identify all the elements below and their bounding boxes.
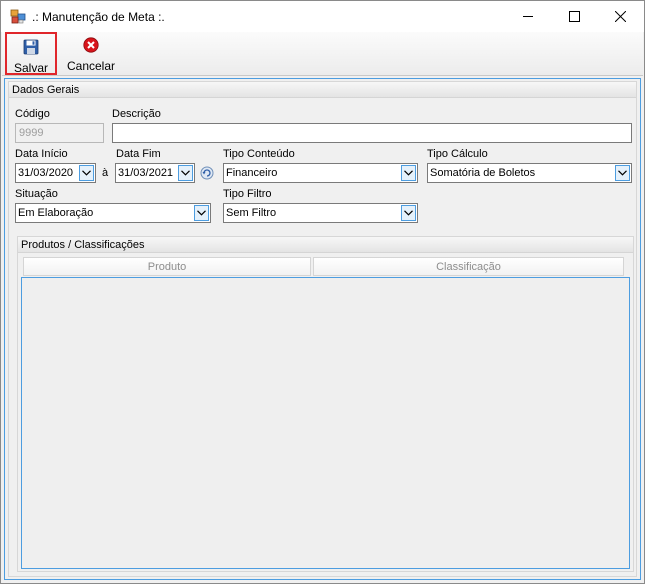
tipo-filtro-select[interactable]: Sem Filtro (223, 203, 418, 223)
chevron-down-icon[interactable] (178, 165, 193, 181)
produtos-group: Produtos / Classificações Produto Classi… (17, 236, 634, 572)
main-window: .: Manutenção de Meta :. Salvar Cancelar… (0, 0, 645, 584)
app-window-icon (10, 9, 26, 25)
refresh-icon[interactable] (199, 165, 215, 184)
window-title: .: Manutenção de Meta :. (32, 10, 165, 24)
tipo-filtro-label: Tipo Filtro (223, 188, 272, 200)
maximize-icon (568, 11, 580, 22)
produtos-grid[interactable] (21, 277, 630, 569)
tipo-conteudo-label: Tipo Conteúdo (223, 148, 295, 160)
dados-gerais-group: Dados Gerais Código 9999 Descrição Data … (8, 81, 637, 577)
chevron-down-icon[interactable] (615, 165, 630, 181)
data-inicio-label: Data Início (15, 148, 68, 160)
cancel-button[interactable]: Cancelar (62, 32, 120, 75)
red-cancel-icon (83, 37, 99, 56)
data-fim-value: 31/03/2021 (118, 167, 174, 179)
data-fim-picker[interactable]: 31/03/2021 (115, 163, 195, 183)
column-header-produto[interactable]: Produto (23, 257, 311, 276)
tipo-filtro-value: Sem Filtro (226, 207, 277, 219)
tipo-calculo-value: Somatória de Boletos (430, 167, 536, 179)
close-button[interactable] (597, 1, 643, 32)
data-inicio-value: 31/03/2020 (18, 167, 74, 179)
chevron-down-icon[interactable] (79, 165, 94, 181)
descricao-label: Descrição (112, 108, 161, 120)
date-range-separator: à (102, 167, 109, 179)
close-icon (614, 11, 626, 22)
descricao-field[interactable] (112, 123, 632, 143)
save-button[interactable]: Salvar (5, 32, 57, 75)
codigo-label: Código (15, 108, 50, 120)
minimize-button[interactable] (505, 1, 551, 32)
situacao-value: Em Elaboração (18, 207, 94, 219)
tipo-calculo-label: Tipo Cálculo (427, 148, 488, 160)
data-inicio-picker[interactable]: 31/03/2020 (15, 163, 96, 183)
save-label: Salvar (13, 61, 48, 75)
chevron-down-icon[interactable] (401, 205, 416, 221)
produtos-header: Produtos / Classificações (18, 237, 633, 253)
cancel-label: Cancelar (66, 59, 116, 73)
column-header-classificacao[interactable]: Classificação (313, 257, 624, 276)
floppy-disk-icon (23, 39, 39, 58)
codigo-field[interactable]: 9999 (15, 123, 104, 143)
tipo-conteudo-value: Financeiro (226, 167, 278, 179)
tipo-calculo-select[interactable]: Somatória de Boletos (427, 163, 632, 183)
toolbar: Salvar Cancelar (2, 32, 643, 76)
dados-gerais-header: Dados Gerais (9, 82, 636, 98)
chevron-down-icon[interactable] (194, 205, 209, 221)
tipo-conteudo-select[interactable]: Financeiro (223, 163, 418, 183)
content-panel: Dados Gerais Código 9999 Descrição Data … (4, 78, 641, 580)
title-bar[interactable]: .: Manutenção de Meta :. (1, 1, 644, 32)
situacao-label: Situação (15, 188, 58, 200)
situacao-select[interactable]: Em Elaboração (15, 203, 211, 223)
minimize-icon (522, 11, 534, 22)
maximize-button[interactable] (551, 1, 597, 32)
chevron-down-icon[interactable] (401, 165, 416, 181)
data-fim-label: Data Fim (116, 148, 161, 160)
